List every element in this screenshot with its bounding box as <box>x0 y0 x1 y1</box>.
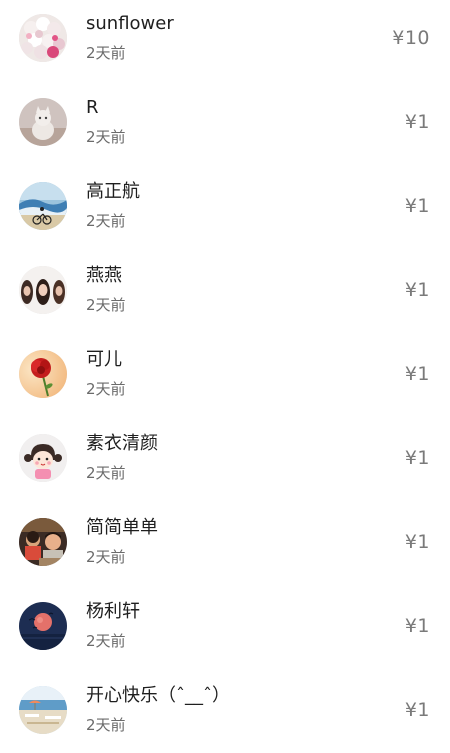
donation-time: 2天前 <box>86 212 126 230</box>
red-rose-avatar-icon[interactable] <box>19 350 67 398</box>
donor-name: 高正航 <box>86 181 140 202</box>
donation-amount: ¥1 <box>404 363 430 385</box>
donor-name: sunflower <box>86 13 174 34</box>
donation-time: 2天前 <box>86 716 126 734</box>
donor-name: 简简单单 <box>86 517 158 538</box>
list-item[interactable]: 可儿 2天前 ¥1 <box>0 336 450 420</box>
donor-name: 杨利轩 <box>86 601 140 622</box>
list-item[interactable]: 简简单单 2天前 ¥1 <box>0 504 450 588</box>
list-item[interactable]: sunflower 2天前 ¥10 <box>0 0 450 84</box>
cat-avatar-icon[interactable] <box>19 98 67 146</box>
donation-amount: ¥1 <box>404 195 430 217</box>
list-item[interactable]: 素衣清颜 2天前 ¥1 <box>0 420 450 504</box>
donation-amount: ¥1 <box>404 447 430 469</box>
donation-time: 2天前 <box>86 380 126 398</box>
beach-avatar-icon[interactable] <box>19 686 67 734</box>
flower-bouquet-avatar-icon[interactable] <box>19 14 67 62</box>
list-item[interactable]: 高正航 2天前 ¥1 <box>0 168 450 252</box>
sea-cyclist-avatar-icon[interactable] <box>19 182 67 230</box>
donation-time: 2天前 <box>86 128 126 146</box>
donation-time: 2天前 <box>86 464 126 482</box>
list-item[interactable]: 杨利轩 2天前 ¥1 <box>0 588 450 672</box>
donation-amount: ¥1 <box>404 615 430 637</box>
donation-time: 2天前 <box>86 44 126 62</box>
donation-amount: ¥1 <box>404 279 430 301</box>
donation-amount: ¥1 <box>404 531 430 553</box>
donor-name: R <box>86 97 99 118</box>
moon-night-avatar-icon[interactable] <box>19 602 67 650</box>
donation-list: sunflower 2天前 ¥10 R 2天前 ¥1 高正航 2天前 ¥1 燕燕… <box>0 0 450 753</box>
donor-name: 开心快乐（ˆ__ˆ） <box>86 685 230 706</box>
donor-name: 可儿 <box>86 349 122 370</box>
list-item[interactable]: R 2天前 ¥1 <box>0 84 450 168</box>
donation-time: 2天前 <box>86 632 126 650</box>
donation-amount: ¥1 <box>404 111 430 133</box>
list-item[interactable]: 开心快乐（ˆ__ˆ） 2天前 ¥1 <box>0 672 450 753</box>
list-item[interactable]: 燕燕 2天前 ¥1 <box>0 252 450 336</box>
child-photo-avatar-icon[interactable] <box>19 518 67 566</box>
donor-name: 素衣清颜 <box>86 433 158 454</box>
donation-amount: ¥10 <box>392 27 430 49</box>
donor-name: 燕燕 <box>86 265 122 286</box>
cartoon-girl-avatar-icon[interactable] <box>19 434 67 482</box>
group-photo-avatar-icon[interactable] <box>19 266 67 314</box>
donation-time: 2天前 <box>86 548 126 566</box>
donation-time: 2天前 <box>86 296 126 314</box>
donation-amount: ¥1 <box>404 699 430 721</box>
